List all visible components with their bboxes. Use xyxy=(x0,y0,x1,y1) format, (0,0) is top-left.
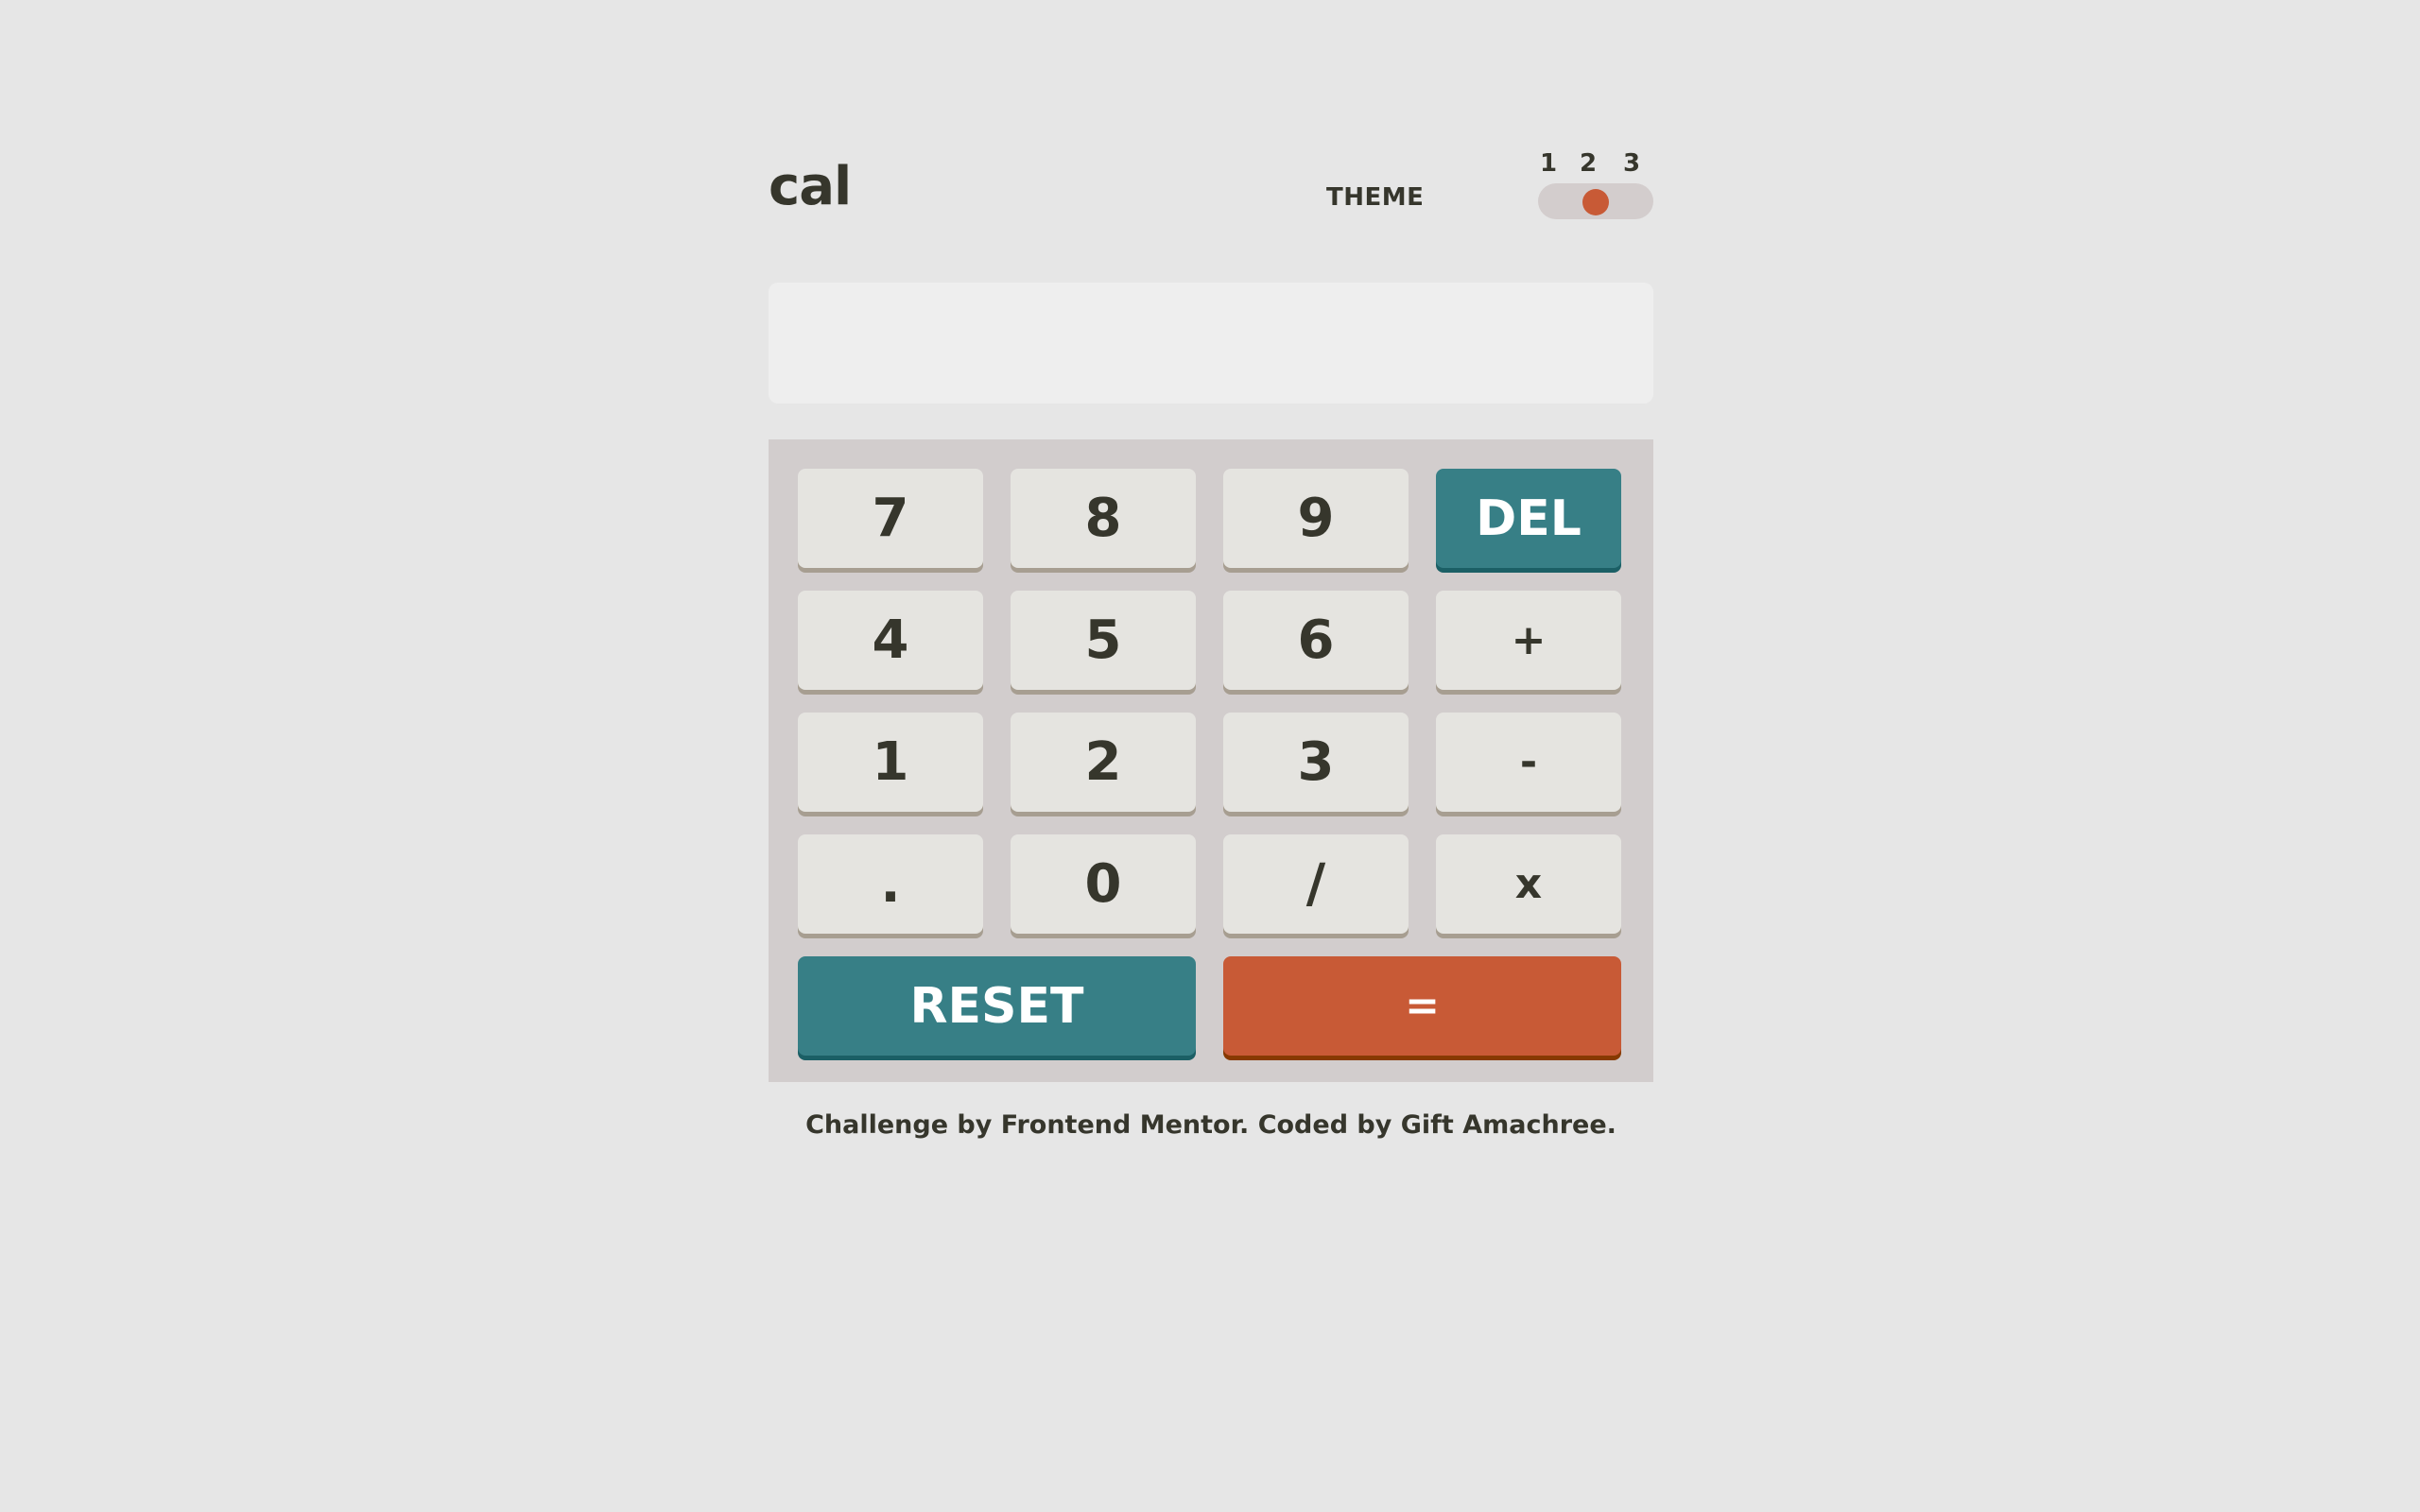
key-plus[interactable]: + xyxy=(1436,591,1621,690)
key-5[interactable]: 5 xyxy=(1011,591,1196,690)
equals-button[interactable]: = xyxy=(1223,956,1621,1056)
keypad-bottom-row: RESET = xyxy=(798,956,1624,1056)
key-3[interactable]: 3 xyxy=(1223,713,1409,812)
theme-label: THEME xyxy=(1326,183,1425,212)
theme-toggle-knob[interactable] xyxy=(1582,189,1609,215)
calculator-display xyxy=(769,283,1653,404)
header: cal THEME 1 2 3 xyxy=(769,142,1653,246)
key-divide[interactable]: / xyxy=(1223,834,1409,934)
attribution-footer: Challenge by Frontend Mentor. Coded by G… xyxy=(805,1110,1616,1140)
key-2[interactable]: 2 xyxy=(1011,713,1196,812)
app-logo: cal xyxy=(769,156,852,217)
theme-number-1[interactable]: 1 xyxy=(1540,151,1557,176)
key-7[interactable]: 7 xyxy=(798,469,983,568)
keypad-grid: 7 8 9 DEL 4 5 6 + 1 2 3 - . 0 / x xyxy=(798,469,1624,934)
theme-toggle[interactable] xyxy=(1538,183,1653,219)
key-6[interactable]: 6 xyxy=(1223,591,1409,690)
key-9[interactable]: 9 xyxy=(1223,469,1409,568)
key-4[interactable]: 4 xyxy=(798,591,983,690)
key-0[interactable]: 0 xyxy=(1011,834,1196,934)
keypad: 7 8 9 DEL 4 5 6 + 1 2 3 - . 0 / x RESET … xyxy=(769,439,1653,1082)
reset-button[interactable]: RESET xyxy=(798,956,1196,1056)
theme-numbers: 1 2 3 xyxy=(1540,151,1653,180)
theme-number-3[interactable]: 3 xyxy=(1623,151,1640,176)
key-minus[interactable]: - xyxy=(1436,713,1621,812)
delete-button[interactable]: DEL xyxy=(1436,469,1621,568)
key-decimal[interactable]: . xyxy=(798,834,983,934)
calculator-app: cal THEME 1 2 3 7 8 9 DEL 4 5 6 + 1 2 3 … xyxy=(769,142,1653,1140)
key-8[interactable]: 8 xyxy=(1011,469,1196,568)
key-1[interactable]: 1 xyxy=(798,713,983,812)
theme-number-2[interactable]: 2 xyxy=(1580,151,1597,176)
key-multiply[interactable]: x xyxy=(1436,834,1621,934)
